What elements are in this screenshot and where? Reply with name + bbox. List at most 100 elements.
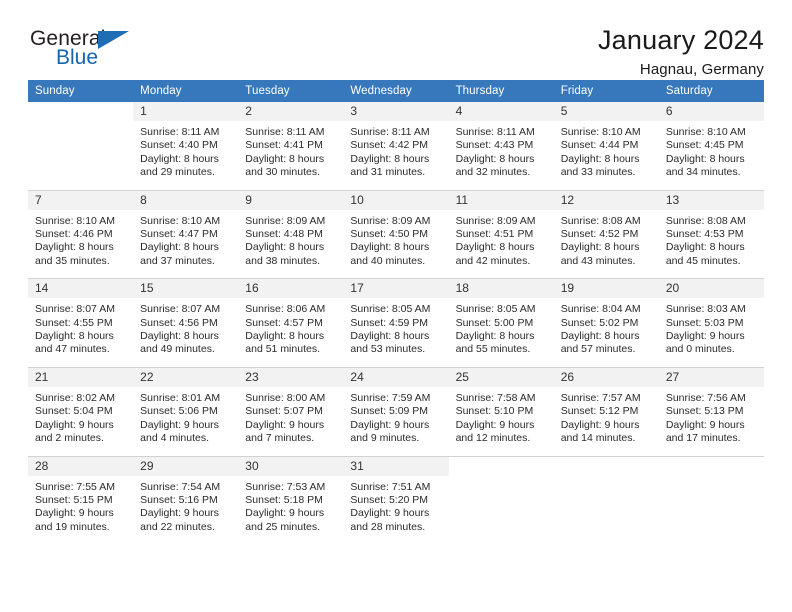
sunset-text: Sunset: 4:47 PM bbox=[140, 228, 218, 241]
calendar-day-cell[interactable]: 4 Sunrise: 8:11 AM Sunset: 4:43 PM Daylight… bbox=[448, 102, 554, 191]
day-number bbox=[28, 102, 134, 121]
daylight-text-line2: and 47 minutes. bbox=[35, 343, 110, 356]
calendar-day-cell[interactable]: 1 Sunrise: 8:11 AM Sunset: 4:40 PM Daylight… bbox=[133, 102, 239, 191]
calendar-day-cell[interactable]: 14 Sunrise: 8:07 AM Sunset: 4:55 PM Dayligh… bbox=[28, 278, 134, 368]
daylight-text-line2: and 43 minutes. bbox=[560, 254, 636, 267]
sunset-text: Sunset: 5:12 PM bbox=[560, 405, 639, 418]
daylight-text-line2: and 45 minutes. bbox=[665, 254, 741, 267]
sunset-text: Sunset: 4:42 PM bbox=[350, 139, 429, 152]
day-details: Sunrise: 8:09 AM Sunset: 4:51 PM Daylight:… bbox=[449, 210, 554, 279]
calendar-day-cell[interactable]: 12 Sunrise: 8:08 AM Sunset: 4:52 PM Dayligh… bbox=[553, 189, 659, 279]
day-number: 4 bbox=[448, 102, 554, 121]
sunset-text: Sunset: 4:48 PM bbox=[245, 228, 323, 241]
calendar-day-cell[interactable]: 15 Sunrise: 8:07 AM Sunset: 4:56 PM Dayligh… bbox=[133, 278, 239, 368]
daylight-text-line1: Daylight: 9 hours bbox=[665, 418, 745, 431]
calendar-day-cell[interactable]: 31 Sunrise: 7:51 AM Sunset: 5:20 PM Dayligh… bbox=[343, 455, 449, 545]
daylight-text-line2: and 28 minutes. bbox=[350, 520, 426, 533]
sunset-text: Sunset: 5:10 PM bbox=[455, 405, 534, 418]
day-details: Sunrise: 8:05 AM Sunset: 4:59 PM Daylight:… bbox=[343, 298, 448, 367]
calendar-day-cell[interactable]: 3 Sunrise: 8:11 AM Sunset: 4:42 PM Daylight… bbox=[343, 102, 449, 191]
daylight-text-line1: Daylight: 9 hours bbox=[350, 507, 430, 520]
day-number: 1 bbox=[133, 102, 239, 121]
sunset-text: Sunset: 5:15 PM bbox=[35, 493, 113, 506]
sunrise-text: Sunrise: 7:53 AM bbox=[245, 480, 326, 493]
day-number: 22 bbox=[133, 367, 239, 387]
calendar-day-cell[interactable]: 24 Sunrise: 7:59 AM Sunset: 5:09 PM Dayligh… bbox=[343, 366, 449, 456]
daylight-text-line2: and 12 minutes. bbox=[455, 432, 531, 445]
brand-logo[interactable]: General Blue bbox=[28, 26, 148, 74]
calendar-week-row: 14 Sunrise: 8:07 AM Sunset: 4:55 PM Dayligh… bbox=[28, 278, 764, 368]
calendar-day-cell[interactable]: 26 Sunrise: 7:57 AM Sunset: 5:12 PM Dayligh… bbox=[553, 366, 659, 456]
calendar-empty-cell bbox=[553, 455, 659, 545]
daylight-text-line1: Daylight: 8 hours bbox=[560, 152, 640, 165]
calendar-day-cell[interactable]: 28 Sunrise: 7:55 AM Sunset: 5:15 PM Dayligh… bbox=[28, 455, 134, 545]
weekday-header-sunday: Sunday bbox=[28, 80, 134, 102]
calendar-day-cell[interactable]: 5 Sunrise: 8:10 AM Sunset: 4:44 PM Daylight… bbox=[553, 102, 659, 191]
sunset-text: Sunset: 5:00 PM bbox=[455, 316, 534, 329]
day-details: Sunrise: 7:53 AM Sunset: 5:18 PM Daylight:… bbox=[238, 476, 343, 545]
calendar-day-cell[interactable]: 22 Sunrise: 8:01 AM Sunset: 5:06 PM Dayligh… bbox=[133, 366, 239, 456]
calendar-day-cell[interactable]: 23 Sunrise: 8:00 AM Sunset: 5:07 PM Dayligh… bbox=[238, 366, 344, 456]
sunrise-text: Sunrise: 8:04 AM bbox=[560, 303, 641, 316]
daylight-text-line1: Daylight: 8 hours bbox=[665, 152, 745, 165]
day-details: Sunrise: 8:11 AM Sunset: 4:40 PM Daylight:… bbox=[133, 121, 238, 190]
sunset-text: Sunset: 4:50 PM bbox=[350, 228, 429, 241]
daylight-text-line1: Daylight: 8 hours bbox=[350, 152, 430, 165]
daylight-text-line2: and 49 minutes. bbox=[140, 343, 215, 356]
sunset-text: Sunset: 4:45 PM bbox=[665, 139, 744, 152]
calendar-day-cell[interactable]: 10 Sunrise: 8:09 AM Sunset: 4:50 PM Dayligh… bbox=[343, 189, 449, 279]
weekday-header-thursday: Thursday bbox=[448, 80, 554, 102]
sunset-text: Sunset: 5:13 PM bbox=[665, 405, 744, 418]
day-details: Sunrise: 8:11 AM Sunset: 4:43 PM Daylight:… bbox=[449, 121, 554, 190]
daylight-text-line1: Daylight: 8 hours bbox=[245, 241, 325, 254]
daylight-text-line2: and 40 minutes. bbox=[350, 254, 426, 267]
daylight-text-line1: Daylight: 8 hours bbox=[140, 330, 219, 343]
day-number: 7 bbox=[28, 190, 134, 210]
day-details bbox=[28, 121, 133, 183]
daylight-text-line1: Daylight: 8 hours bbox=[245, 152, 325, 165]
triangle-icon bbox=[98, 31, 129, 49]
calendar-day-cell[interactable]: 9 Sunrise: 8:09 AM Sunset: 4:48 PM Daylight… bbox=[238, 189, 344, 279]
daylight-text-line1: Daylight: 8 hours bbox=[455, 241, 535, 254]
calendar-day-cell[interactable]: 30 Sunrise: 7:53 AM Sunset: 5:18 PM Dayligh… bbox=[238, 455, 344, 545]
calendar-day-cell[interactable]: 6 Sunrise: 8:10 AM Sunset: 4:45 PM Daylight… bbox=[658, 102, 764, 191]
calendar-day-cell[interactable]: 19 Sunrise: 8:04 AM Sunset: 5:02 PM Dayligh… bbox=[553, 278, 659, 368]
weekday-header-row: Sunday Monday Tuesday Wednesday Thursday… bbox=[28, 80, 764, 102]
calendar-day-cell[interactable]: 20 Sunrise: 8:03 AM Sunset: 5:03 PM Dayligh… bbox=[658, 278, 764, 368]
day-details: Sunrise: 7:56 AM Sunset: 5:13 PM Daylight:… bbox=[659, 387, 764, 456]
daylight-text-line1: Daylight: 9 hours bbox=[140, 507, 219, 520]
sunset-text: Sunset: 4:56 PM bbox=[140, 316, 218, 329]
calendar-day-cell[interactable]: 18 Sunrise: 8:05 AM Sunset: 5:00 PM Dayligh… bbox=[448, 278, 554, 368]
calendar-day-cell[interactable]: 17 Sunrise: 8:05 AM Sunset: 4:59 PM Dayligh… bbox=[343, 278, 449, 368]
calendar-day-cell[interactable]: 2 Sunrise: 8:11 AM Sunset: 4:41 PM Daylight… bbox=[238, 102, 344, 191]
sunset-text: Sunset: 5:16 PM bbox=[140, 493, 218, 506]
sunset-text: Sunset: 5:03 PM bbox=[665, 316, 744, 329]
sunset-text: Sunset: 5:18 PM bbox=[245, 493, 323, 506]
calendar-day-cell[interactable]: 8 Sunrise: 8:10 AM Sunset: 4:47 PM Daylight… bbox=[133, 189, 239, 279]
daylight-text-line2: and 14 minutes. bbox=[560, 432, 636, 445]
calendar-day-cell[interactable]: 25 Sunrise: 7:58 AM Sunset: 5:10 PM Dayligh… bbox=[448, 366, 554, 456]
day-number: 16 bbox=[238, 279, 344, 299]
day-details: Sunrise: 7:58 AM Sunset: 5:10 PM Daylight:… bbox=[449, 387, 554, 456]
sunset-text: Sunset: 5:06 PM bbox=[140, 405, 218, 418]
day-details: Sunrise: 8:10 AM Sunset: 4:44 PM Daylight:… bbox=[554, 121, 659, 190]
day-details: Sunrise: 8:10 AM Sunset: 4:47 PM Daylight:… bbox=[133, 210, 238, 279]
day-details: Sunrise: 8:04 AM Sunset: 5:02 PM Daylight:… bbox=[554, 298, 659, 367]
page-subtitle: Hagnau, Germany bbox=[639, 61, 764, 79]
daylight-text-line1: Daylight: 9 hours bbox=[140, 418, 219, 431]
calendar-day-cell[interactable]: 27 Sunrise: 7:56 AM Sunset: 5:13 PM Dayligh… bbox=[658, 366, 764, 456]
day-number: 26 bbox=[553, 367, 659, 387]
calendar-day-cell[interactable]: 21 Sunrise: 8:02 AM Sunset: 5:04 PM Dayligh… bbox=[28, 366, 134, 456]
calendar-day-cell[interactable]: 7 Sunrise: 8:10 AM Sunset: 4:46 PM Daylight… bbox=[28, 189, 134, 279]
weekday-header-friday: Friday bbox=[553, 80, 659, 102]
calendar-day-cell[interactable]: 16 Sunrise: 8:06 AM Sunset: 4:57 PM Dayligh… bbox=[238, 278, 344, 368]
sunrise-text: Sunrise: 8:09 AM bbox=[350, 214, 431, 227]
calendar-day-cell[interactable]: 11 Sunrise: 8:09 AM Sunset: 4:51 PM Dayligh… bbox=[448, 189, 554, 279]
daylight-text-line2: and 7 minutes. bbox=[245, 432, 315, 445]
calendar-week-row: 28 Sunrise: 7:55 AM Sunset: 5:15 PM Dayligh… bbox=[28, 455, 764, 545]
daylight-text-line2: and 55 minutes. bbox=[455, 343, 531, 356]
calendar-day-cell[interactable]: 13 Sunrise: 8:08 AM Sunset: 4:53 PM Dayligh… bbox=[658, 189, 764, 279]
daylight-text-line2: and 19 minutes. bbox=[35, 520, 110, 533]
sunrise-text: Sunrise: 7:56 AM bbox=[665, 391, 746, 404]
calendar-day-cell[interactable]: 29 Sunrise: 7:54 AM Sunset: 5:16 PM Dayligh… bbox=[133, 455, 239, 545]
